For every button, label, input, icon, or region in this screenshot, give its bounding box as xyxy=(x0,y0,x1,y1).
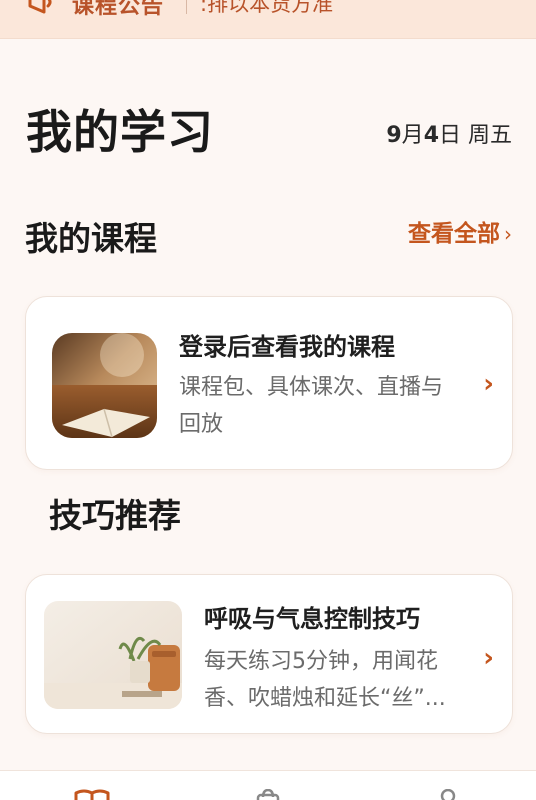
tips-title: 技巧推荐 xyxy=(49,496,181,535)
user-icon[interactable] xyxy=(428,789,468,800)
book-icon[interactable] xyxy=(72,789,112,800)
tip-thumbnail xyxy=(44,601,182,709)
course-thumbnail xyxy=(52,333,157,438)
bottom-tab-bar xyxy=(0,770,536,800)
bag-icon[interactable] xyxy=(248,789,288,800)
view-all-link[interactable]: 查看全部 › xyxy=(408,214,512,248)
announcement-bar[interactable]: 课程公告 :排以本货方准 xyxy=(0,0,536,39)
course-card-description: 课程包、具体课次、直播与回放 xyxy=(179,375,444,437)
chevron-right-icon: › xyxy=(483,369,494,399)
announcement-label: 课程公告 xyxy=(72,0,165,19)
my-courses-title: 我的课程 xyxy=(25,219,157,258)
chevron-right-icon: › xyxy=(504,222,512,246)
chevron-right-icon: › xyxy=(483,643,494,673)
megaphone-icon xyxy=(28,0,52,14)
tip-card-description: 每天练习5分钟，用闻花香、吹蜡烛和延长“丝”... xyxy=(204,649,446,711)
date-display: 9月4日 周五 xyxy=(386,117,512,149)
view-all-label: 查看全部 xyxy=(408,221,500,247)
date-weekday: 日 周五 xyxy=(439,123,512,148)
announcement-divider xyxy=(186,0,187,14)
date-month-number: 9 xyxy=(386,123,402,148)
date-day-number: 4 xyxy=(423,123,439,148)
course-card-title: 登录后查看我的课程 xyxy=(179,333,395,361)
tip-card-title: 呼吸与气息控制技巧 xyxy=(204,605,420,633)
page-title: 我的学习 xyxy=(26,105,214,159)
tip-card-breathing[interactable]: 呼吸与气息控制技巧 每天练习5分钟，用闻花香、吹蜡烛和延长“丝”... › xyxy=(25,574,513,734)
announcement-text: :排以本货方准 xyxy=(200,0,334,16)
date-month-label: 月 xyxy=(401,123,424,148)
page: 课程公告 :排以本货方准 我的学习 9月4日 周五 我的课程 查看全部 › 登录… xyxy=(0,0,536,800)
course-login-card[interactable]: 登录后查看我的课程 课程包、具体课次、直播与回放 › xyxy=(25,296,513,470)
